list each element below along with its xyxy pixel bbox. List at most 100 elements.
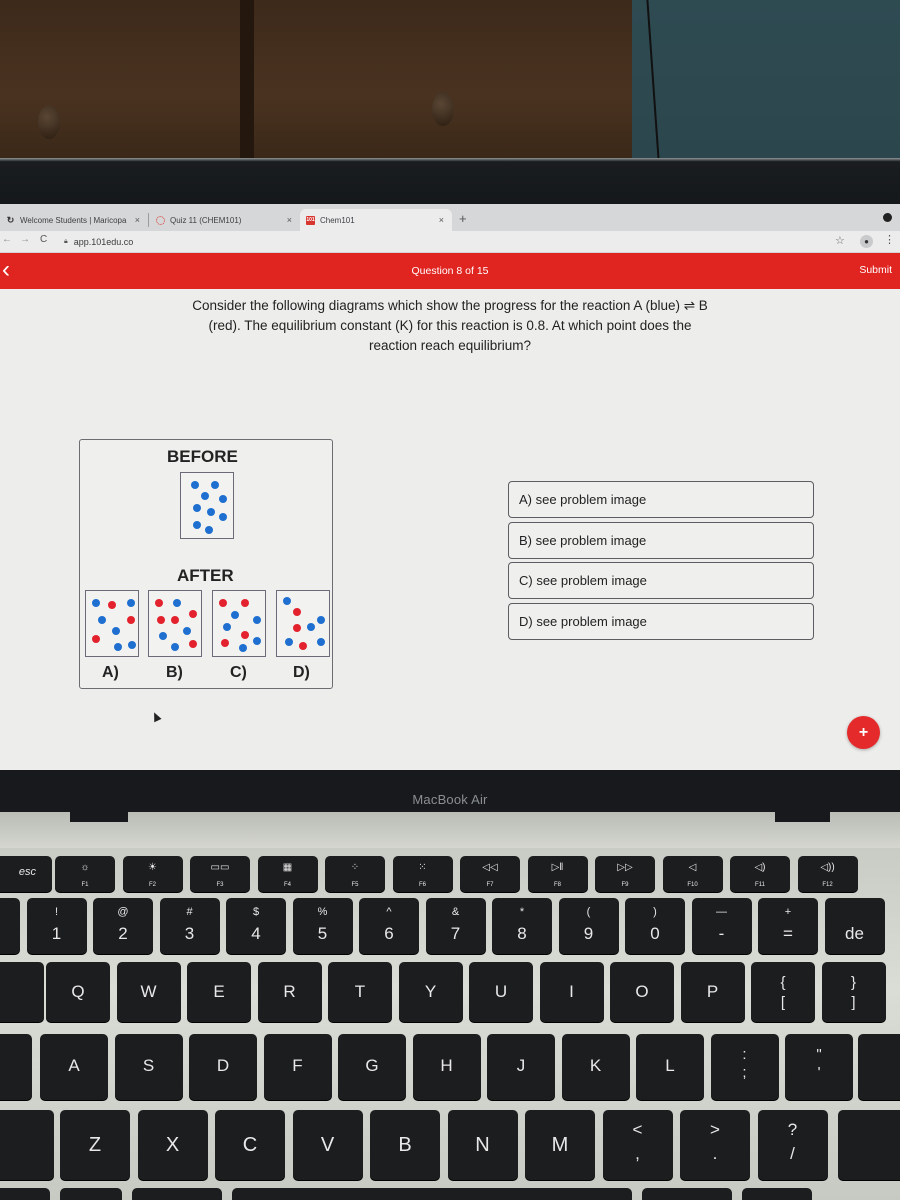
key-C[interactable]: C xyxy=(215,1110,285,1180)
browser-menu-icon[interactable]: ⋮ xyxy=(884,233,895,246)
key-f3[interactable]: ▭▭ F3 xyxy=(190,856,250,892)
key-L[interactable]: L xyxy=(636,1034,704,1100)
key-punct[interactable]: <, xyxy=(602,1110,673,1180)
molecule-a-blue xyxy=(173,599,181,607)
key-space[interactable] xyxy=(232,1188,632,1200)
key-Z[interactable]: Z xyxy=(60,1110,130,1180)
key-=[interactable]: + = xyxy=(758,898,818,954)
key-f10[interactable]: ◁ F10 xyxy=(662,856,723,892)
key-fn[interactable] xyxy=(0,1188,50,1200)
address-bar[interactable]: 🔒︎ app.101edu.co xyxy=(58,233,828,250)
key-E[interactable]: E xyxy=(187,962,251,1022)
key-legend: A xyxy=(68,1056,80,1075)
key-f4[interactable]: ▦ F4 xyxy=(257,856,318,892)
submit-button[interactable]: Submit xyxy=(859,264,892,276)
drawer-seam xyxy=(240,0,254,160)
key-J[interactable]: J xyxy=(487,1034,555,1100)
key-f12[interactable]: ◁)) F12 xyxy=(797,856,858,892)
bookmark-star-icon[interactable]: ☆ xyxy=(835,234,845,247)
key-f5[interactable]: ⁘ F5 xyxy=(325,856,385,892)
key-punct[interactable]: :; xyxy=(710,1034,779,1100)
key-~[interactable]: ~ xyxy=(0,898,20,954)
key-D[interactable]: D xyxy=(189,1034,257,1100)
back-arrow-icon[interactable]: ← xyxy=(2,234,12,245)
key-A[interactable]: A xyxy=(40,1034,108,1100)
key-3[interactable]: #3 xyxy=(159,898,220,954)
key-control[interactable] xyxy=(60,1188,122,1200)
key-B[interactable]: B xyxy=(370,1110,440,1180)
answer-choice-d[interactable]: D) see problem image xyxy=(508,603,814,640)
key-N[interactable]: N xyxy=(447,1110,518,1180)
key-K[interactable]: K xyxy=(561,1034,630,1100)
key-f2[interactable]: ☀ F2 xyxy=(122,856,183,892)
key-X[interactable]: X xyxy=(137,1110,208,1180)
key-U[interactable]: U xyxy=(469,962,533,1022)
key-Y[interactable]: Y xyxy=(398,962,463,1022)
key-S[interactable]: S xyxy=(114,1034,183,1100)
key-7[interactable]: & 7 xyxy=(425,898,486,954)
key-legend: F7 xyxy=(486,882,494,888)
key-f6[interactable]: ⁙ F6 xyxy=(392,856,453,892)
close-tab-icon[interactable]: × xyxy=(287,215,292,225)
tab-quiz-11[interactable]: Quiz 11 (CHEM101) × xyxy=(150,209,300,231)
reload-icon[interactable]: C xyxy=(40,234,47,245)
key-punct[interactable]: ? / xyxy=(757,1110,828,1180)
key-tab[interactable] xyxy=(0,962,44,1022)
key-punct[interactable]: >. xyxy=(680,1110,750,1180)
key-4[interactable]: $4 xyxy=(226,898,286,954)
key-2[interactable]: @2 xyxy=(93,898,153,954)
forward-arrow-icon[interactable]: → xyxy=(20,234,30,245)
key-P[interactable]: P xyxy=(680,962,745,1022)
key-f1[interactable]: ☼ F1 xyxy=(55,856,115,892)
browser-extension-icon[interactable] xyxy=(883,213,892,222)
key-0[interactable]: ) 0 xyxy=(625,898,685,954)
key-T[interactable]: T xyxy=(328,962,392,1022)
key-punct[interactable]: " ' xyxy=(785,1034,853,1100)
add-fab-button[interactable]: + xyxy=(847,716,880,749)
key-G[interactable]: G xyxy=(338,1034,406,1100)
key-W[interactable]: W xyxy=(116,962,181,1022)
key-9[interactable]: (9 xyxy=(558,898,619,954)
key-return[interactable] xyxy=(858,1034,900,1100)
answer-choice-c[interactable]: C) see problem image xyxy=(508,562,814,599)
key-F[interactable]: F xyxy=(263,1034,332,1100)
after-heading: AFTER xyxy=(177,566,234,585)
key-f11[interactable]: ◁) F11 xyxy=(730,856,790,892)
key-f9[interactable]: ▷▷ F9 xyxy=(595,856,655,892)
key-shift-legend: # xyxy=(186,906,193,918)
key-command[interactable] xyxy=(642,1188,732,1200)
key-f7[interactable]: ◁◁ F7 xyxy=(460,856,520,892)
key-option-right[interactable] xyxy=(742,1188,812,1200)
tab-chem101[interactable]: 101 Chem101 × xyxy=(300,209,452,231)
key--[interactable]: — - xyxy=(691,898,752,954)
new-tab-button[interactable]: + xyxy=(459,211,467,226)
key-M[interactable]: M xyxy=(525,1110,595,1180)
key-6[interactable]: ^ 6 xyxy=(359,898,419,954)
key-f8[interactable]: ▷‖ F8 xyxy=(527,856,588,892)
key-[interactable]: {[ xyxy=(751,962,815,1022)
close-tab-icon[interactable]: × xyxy=(439,215,444,225)
key-option[interactable] xyxy=(132,1188,222,1200)
key-[interactable]: }] xyxy=(821,962,886,1022)
key-O[interactable]: O xyxy=(610,962,674,1022)
key-shift-left[interactable] xyxy=(0,1110,54,1180)
key-1[interactable]: ! 1 xyxy=(26,898,87,954)
tab-welcome-students[interactable]: ↻ Welcome Students | Maricopa × xyxy=(0,209,148,231)
key-caps-lock[interactable] xyxy=(0,1034,32,1100)
close-tab-icon[interactable]: × xyxy=(135,215,140,225)
key-H[interactable]: H xyxy=(412,1034,481,1100)
account-avatar-icon[interactable]: ● xyxy=(860,235,873,248)
key-Q[interactable]: Q xyxy=(46,962,110,1022)
key-de[interactable]: de xyxy=(824,898,885,954)
key-I[interactable]: I xyxy=(539,962,604,1022)
key-V[interactable]: V xyxy=(292,1110,363,1180)
key-esc[interactable]: esc xyxy=(0,856,52,892)
answer-choice-b[interactable]: B) see problem image xyxy=(508,522,814,559)
hinge-notch xyxy=(775,812,830,822)
answer-choice-a[interactable]: A) see problem image xyxy=(508,481,814,518)
key-shift-right[interactable] xyxy=(838,1110,900,1180)
key-5[interactable]: % 5 xyxy=(292,898,353,954)
key-legend: Q xyxy=(71,982,85,1001)
key-R[interactable]: R xyxy=(257,962,322,1022)
key-8[interactable]: * 8 xyxy=(492,898,552,954)
